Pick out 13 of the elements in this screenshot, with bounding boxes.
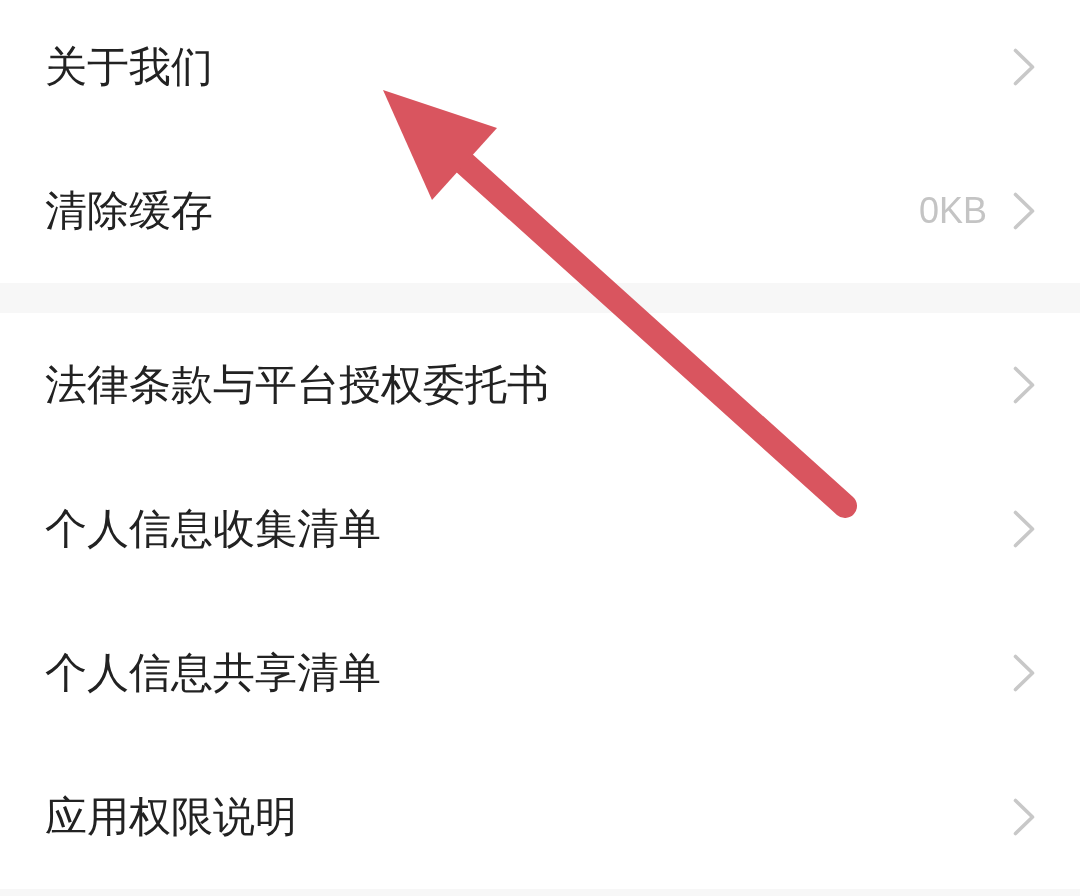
chevron-icon <box>1013 366 1035 404</box>
settings-item[interactable]: 个人信息收集清单 <box>0 457 1080 601</box>
chevron-icon <box>1013 510 1035 548</box>
chevron-icon <box>1013 48 1035 86</box>
chevron-icon <box>1013 654 1035 692</box>
chevron-icon <box>1013 798 1035 836</box>
chevron-icon <box>1013 192 1035 230</box>
settings-item[interactable]: 清除缓存 0KB <box>0 139 1080 283</box>
settings-item[interactable]: 关于我们 <box>0 0 1080 139</box>
cache-size-value: 0KB <box>918 190 987 232</box>
settings-item[interactable]: 个人信息共享清单 <box>0 601 1080 745</box>
settings-item[interactable]: 法律条款与平台授权委托书 <box>0 313 1080 457</box>
settings-item[interactable]: 应用权限说明 <box>0 745 1080 889</box>
